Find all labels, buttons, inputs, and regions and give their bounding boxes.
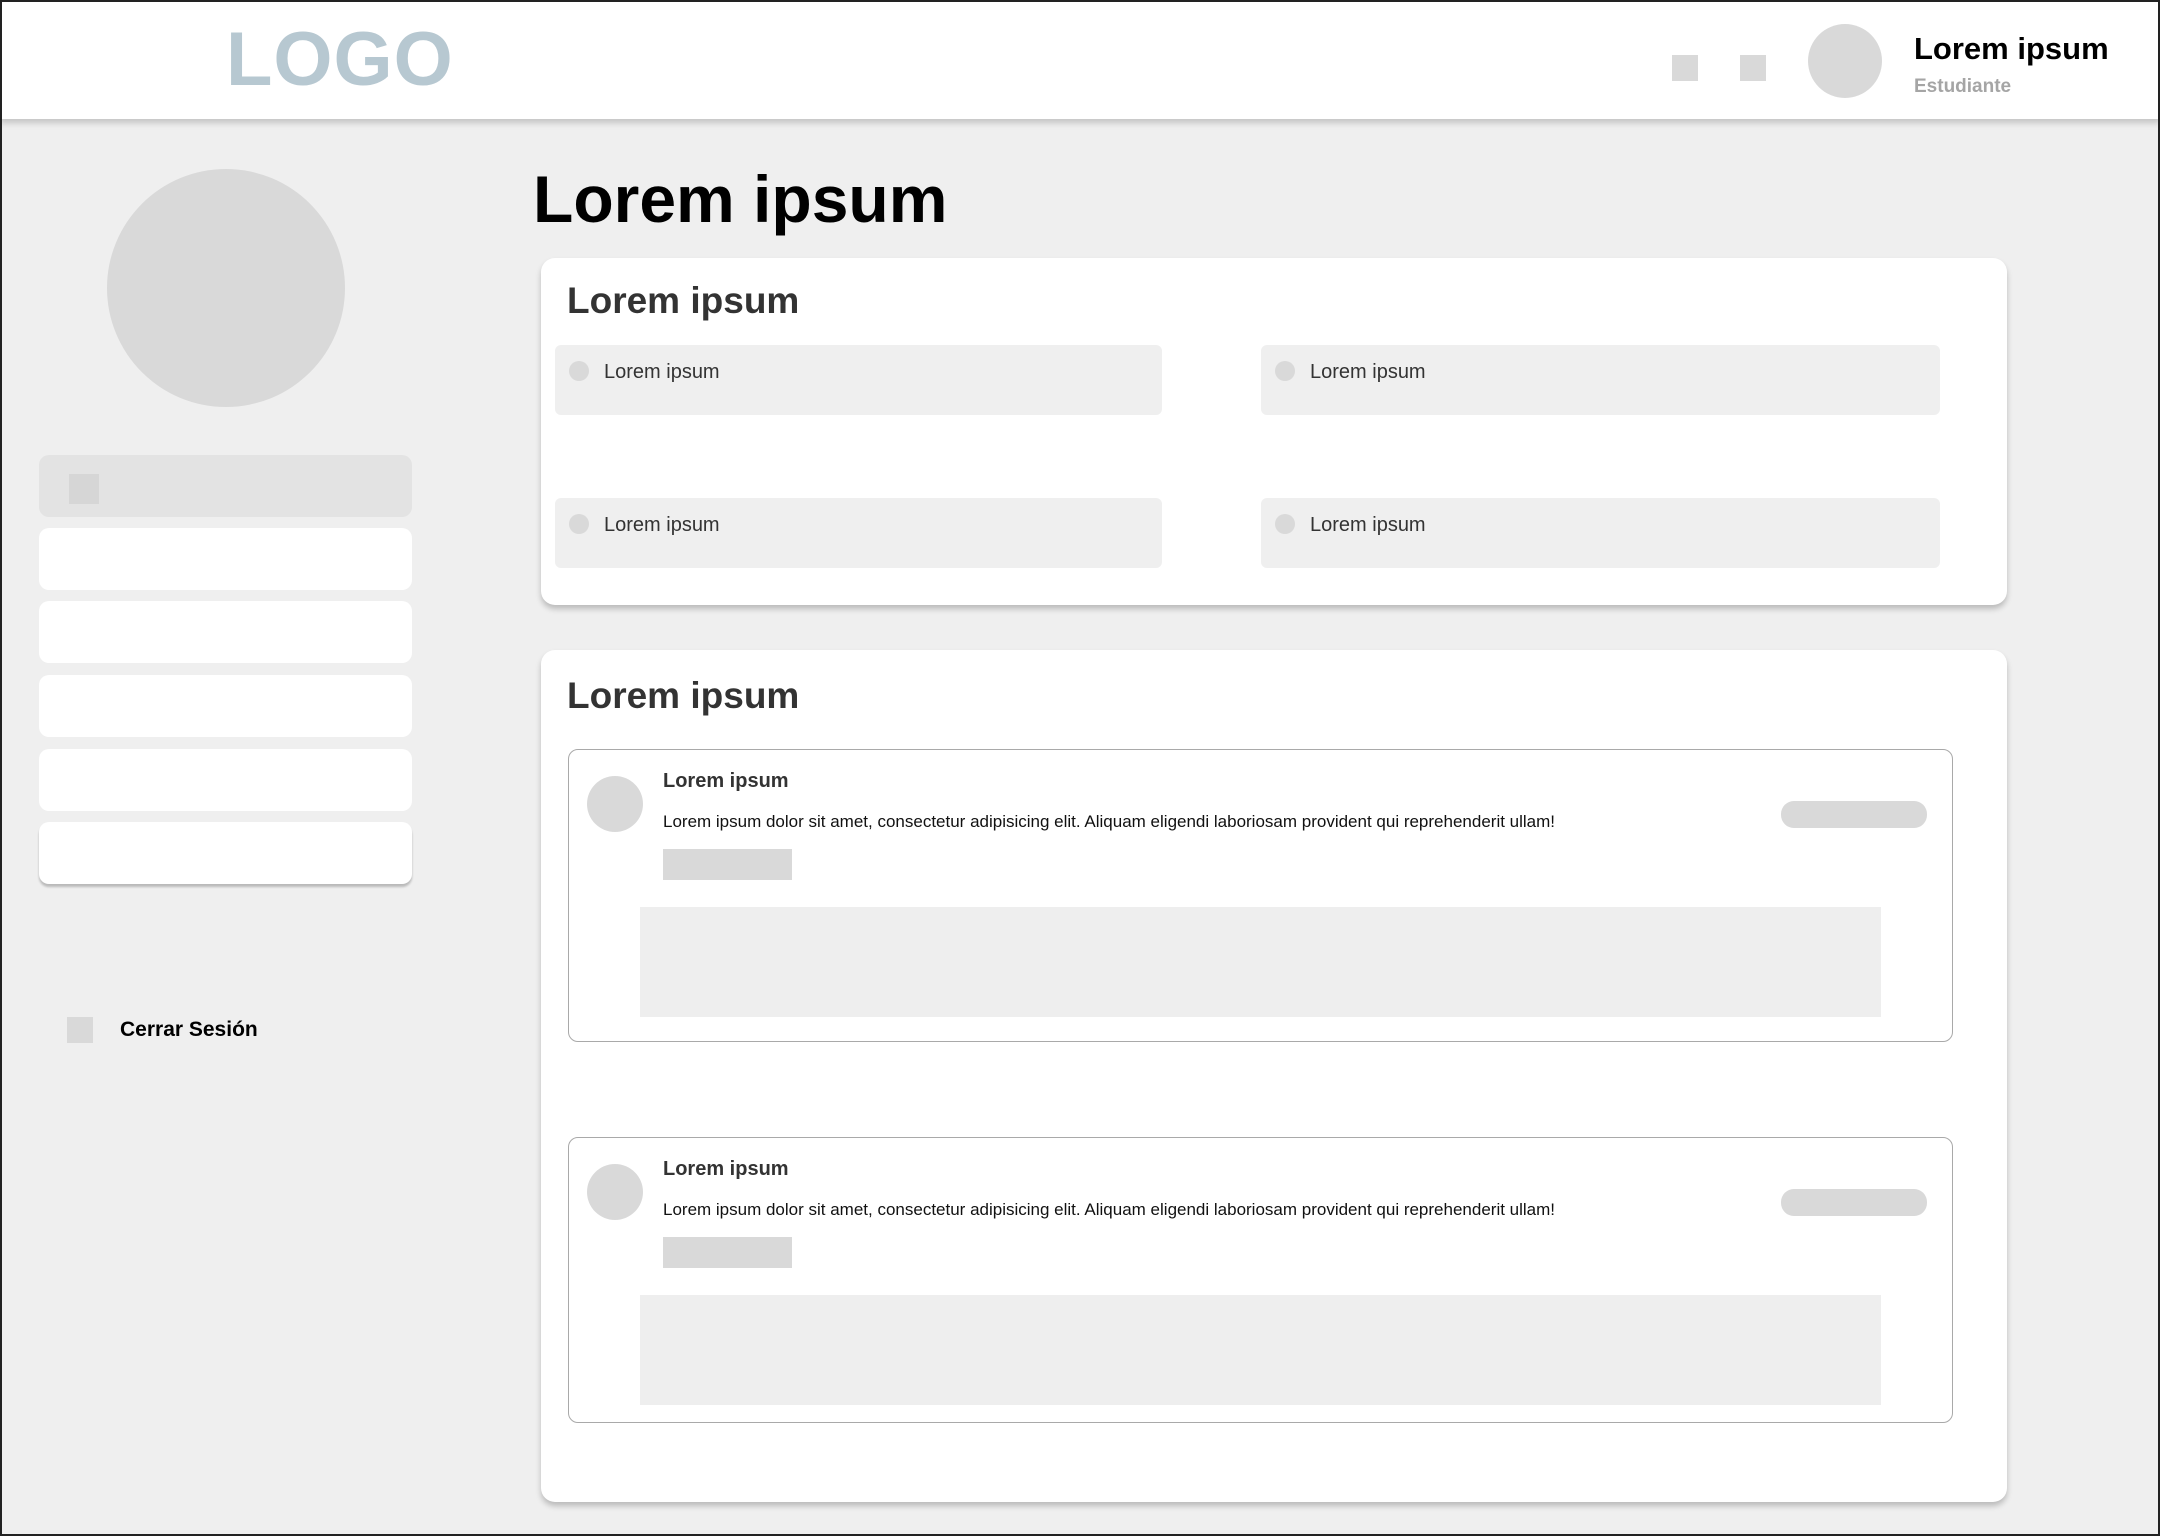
radio-icon[interactable] [569,514,589,534]
sidebar-item-active[interactable] [39,455,412,517]
post-title: Lorem ipsum [663,770,789,792]
post-avatar [587,1164,643,1220]
post-tag [663,849,792,880]
sidebar-item[interactable] [39,528,412,590]
user-name: Lorem ipsum [1914,31,2109,66]
post-tag [663,1237,792,1268]
post-text: Lorem ipsum dolor sit amet, consectetur … [663,812,1556,831]
profile-avatar [107,169,345,407]
post-item[interactable]: Lorem ipsum Lorem ipsum dolor sit amet, … [568,1137,1953,1423]
option-item[interactable]: Lorem ipsum [555,498,1162,568]
sidebar-item[interactable] [39,675,412,737]
sidebar-item[interactable] [39,822,412,884]
option-item[interactable]: Lorem ipsum [1261,345,1940,415]
posts-card: Lorem ipsum Lorem ipsum Lorem ipsum dolo… [541,650,2007,1502]
user-avatar[interactable] [1808,24,1882,98]
radio-icon[interactable] [569,361,589,381]
sidebar-item[interactable] [39,601,412,663]
option-label: Lorem ipsum [604,514,720,536]
option-label: Lorem ipsum [1310,514,1426,536]
post-content-placeholder [640,1295,1881,1405]
post-avatar [587,776,643,832]
option-label: Lorem ipsum [604,361,720,383]
options-card: Lorem ipsum Lorem ipsum Lorem ipsum Lore… [541,258,2007,605]
card-title: Lorem ipsum [567,280,800,321]
page-title: Lorem ipsum [533,162,948,236]
top-header: LOGO Lorem ipsum Estudiante [0,0,2160,119]
user-role: Estudiante [1914,76,2012,97]
post-title: Lorem ipsum [663,1158,789,1180]
notification-icon[interactable] [1672,55,1698,81]
option-label: Lorem ipsum [1310,361,1426,383]
post-action-pill[interactable] [1781,1189,1927,1216]
radio-icon[interactable] [1275,514,1295,534]
radio-icon[interactable] [1275,361,1295,381]
menu-item-icon [69,474,99,504]
sidebar-item[interactable] [39,749,412,811]
logout-button[interactable]: Cerrar Sesión [120,1018,258,1042]
logout-icon[interactable] [67,1017,93,1043]
message-icon[interactable] [1740,55,1766,81]
option-item[interactable]: Lorem ipsum [1261,498,1940,568]
option-item[interactable]: Lorem ipsum [555,345,1162,415]
post-content-placeholder [640,907,1881,1017]
logo[interactable]: LOGO [226,18,454,102]
post-item[interactable]: Lorem ipsum Lorem ipsum dolor sit amet, … [568,749,1953,1042]
card-title: Lorem ipsum [567,675,800,716]
post-action-pill[interactable] [1781,801,1927,828]
post-text: Lorem ipsum dolor sit amet, consectetur … [663,1200,1556,1219]
